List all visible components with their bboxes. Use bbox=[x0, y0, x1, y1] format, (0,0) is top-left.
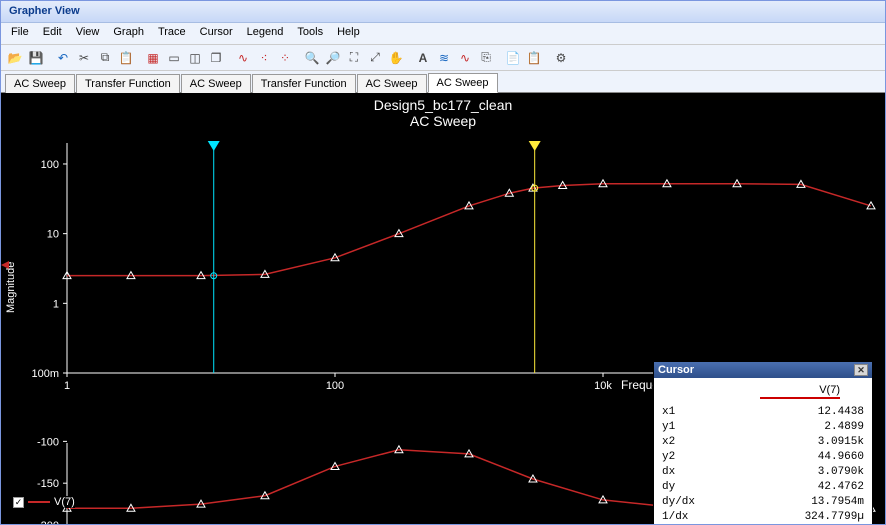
tab-1[interactable]: Transfer Function bbox=[76, 74, 180, 93]
paste-icon[interactable]: 📋 bbox=[116, 48, 136, 68]
svg-text:-200: -200 bbox=[37, 520, 59, 524]
tab-5[interactable]: AC Sweep bbox=[428, 73, 498, 93]
clipboard2-icon[interactable]: 📋 bbox=[524, 48, 544, 68]
svg-text:100: 100 bbox=[41, 159, 59, 171]
menu-help[interactable]: Help bbox=[337, 26, 360, 41]
zoom-out-icon[interactable]: 🔎 bbox=[323, 48, 343, 68]
tab-2[interactable]: AC Sweep bbox=[181, 74, 251, 93]
toolbar: 📂 💾 ↶ ✂ ⧉ 📋 ▦ ▭ ◫ ❐ ∿ ⁖ ⁘ 🔍 🔎 ⛶ ⤢ ✋ A ≋ … bbox=[1, 45, 885, 71]
legend-box-icon[interactable]: ▭ bbox=[164, 48, 184, 68]
svg-text:-150: -150 bbox=[37, 478, 59, 490]
cut-icon[interactable]: ✂ bbox=[74, 48, 94, 68]
tab-strip: AC Sweep Transfer Function AC Sweep Tran… bbox=[1, 71, 885, 93]
trace-dots-icon[interactable]: ⁖ bbox=[254, 48, 274, 68]
grid-icon[interactable]: ▦ bbox=[143, 48, 163, 68]
tab-0[interactable]: AC Sweep bbox=[5, 74, 75, 93]
menu-view[interactable]: View bbox=[76, 26, 100, 41]
close-icon[interactable]: ✕ bbox=[854, 364, 868, 376]
wave-icon[interactable]: ∿ bbox=[455, 48, 475, 68]
settings-icon[interactable]: ⚙ bbox=[551, 48, 571, 68]
menu-cursor[interactable]: Cursor bbox=[200, 26, 233, 41]
pan-icon[interactable]: ✋ bbox=[386, 48, 406, 68]
zoom-region-icon[interactable]: ⛶ bbox=[344, 48, 364, 68]
chart-title: Design5_bc177_clean AC Sweep bbox=[374, 97, 513, 129]
save-icon[interactable]: 💾 bbox=[26, 48, 46, 68]
menu-bar: File Edit View Graph Trace Cursor Legend… bbox=[1, 23, 885, 45]
panel-icon[interactable]: ◫ bbox=[185, 48, 205, 68]
legend-checkbox[interactable]: ✓ bbox=[13, 497, 24, 508]
zoom-in-icon[interactable]: 🔍 bbox=[302, 48, 322, 68]
svg-text:100: 100 bbox=[326, 380, 344, 392]
zoom-fit-icon[interactable]: ⤢ bbox=[365, 48, 385, 68]
export-icon[interactable]: ⎘ bbox=[476, 48, 496, 68]
window-icon[interactable]: ❐ bbox=[206, 48, 226, 68]
menu-tools[interactable]: Tools bbox=[297, 26, 323, 41]
svg-text:10k: 10k bbox=[594, 380, 612, 392]
open-icon[interactable]: 📂 bbox=[5, 48, 25, 68]
svg-text:10: 10 bbox=[47, 229, 59, 241]
undo-icon[interactable]: ↶ bbox=[53, 48, 73, 68]
menu-edit[interactable]: Edit bbox=[43, 26, 62, 41]
trace-dots2-icon[interactable]: ⁘ bbox=[275, 48, 295, 68]
text-icon[interactable]: A bbox=[413, 48, 433, 68]
legend-label: V(7) bbox=[54, 496, 75, 508]
legend-swatch bbox=[28, 501, 50, 503]
tab-3[interactable]: Transfer Function bbox=[252, 74, 356, 93]
cursor-panel[interactable]: Cursor ✕ V(7) x112.4438y12.4899x23.0915k… bbox=[653, 361, 873, 524]
svg-text:-100: -100 bbox=[37, 436, 59, 448]
clipboard-icon[interactable]: 📄 bbox=[503, 48, 523, 68]
menu-file[interactable]: File bbox=[11, 26, 29, 41]
svg-text:1: 1 bbox=[53, 298, 59, 310]
trace-line-icon[interactable]: ∿ bbox=[233, 48, 253, 68]
measure-icon[interactable]: ≋ bbox=[434, 48, 454, 68]
cursor-trace-header: V(7) bbox=[760, 384, 840, 399]
menu-trace[interactable]: Trace bbox=[158, 26, 186, 41]
cursor-panel-title[interactable]: Cursor ✕ bbox=[654, 362, 872, 378]
menu-legend[interactable]: Legend bbox=[247, 26, 284, 41]
copy-icon[interactable]: ⧉ bbox=[95, 48, 115, 68]
tab-4[interactable]: AC Sweep bbox=[357, 74, 427, 93]
legend[interactable]: ✓ V(7) bbox=[13, 496, 75, 508]
window-title: Grapher View bbox=[1, 1, 885, 23]
svg-text:1: 1 bbox=[64, 380, 70, 392]
svg-text:100m: 100m bbox=[31, 368, 59, 380]
menu-graph[interactable]: Graph bbox=[113, 26, 144, 41]
plot-area[interactable]: Design5_bc177_clean AC Sweep Magnitude 1… bbox=[1, 93, 885, 524]
